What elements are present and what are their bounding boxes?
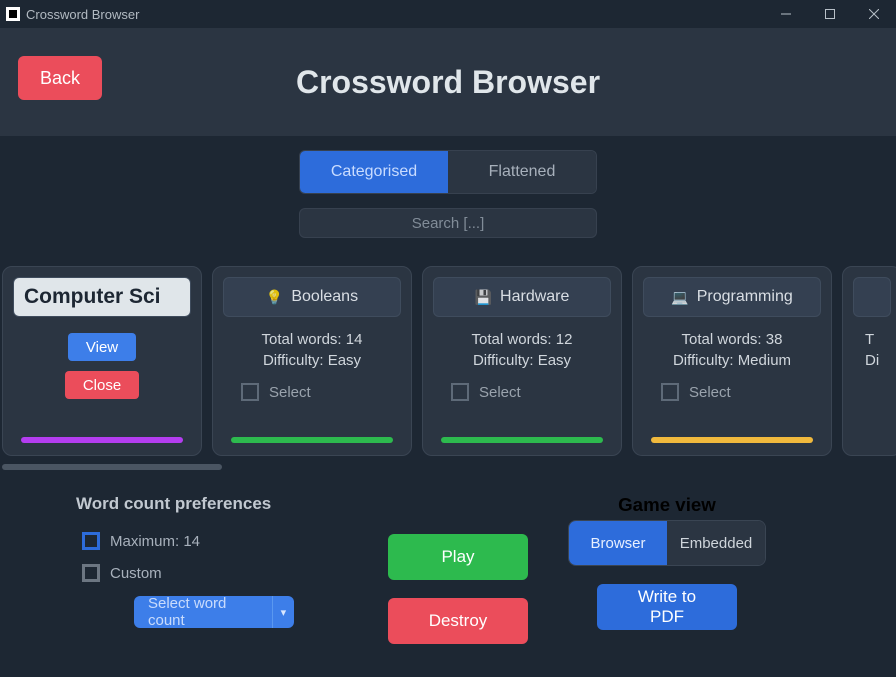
window-close-button[interactable] xyxy=(852,0,896,28)
destroy-button[interactable]: Destroy xyxy=(388,598,528,644)
tab-categorised[interactable]: Categorised xyxy=(300,151,448,193)
page-header: Back Crossword Browser xyxy=(0,28,896,136)
play-button[interactable]: Play xyxy=(388,534,528,580)
crossword-card: 💻 Programming Total words: 38 Difficulty… xyxy=(632,266,832,456)
radio-custom[interactable] xyxy=(82,564,100,582)
window-maximize-button[interactable] xyxy=(808,0,852,28)
window-titlebar: Crossword Browser xyxy=(0,0,896,28)
select-label: Select xyxy=(689,384,731,401)
card-title: Booleans xyxy=(291,288,358,306)
back-button[interactable]: Back xyxy=(18,56,102,100)
tab-browser[interactable]: Browser xyxy=(569,521,667,565)
category-view-button[interactable]: View xyxy=(68,333,136,361)
prefs-heading: Word count preferences xyxy=(76,494,348,514)
bulb-icon: 💡 xyxy=(266,289,283,306)
category-close-button[interactable]: Close xyxy=(65,371,139,399)
horizontal-scrollbar[interactable] xyxy=(2,464,222,470)
category-title: Computer Sci xyxy=(13,277,191,317)
category-card: Computer Sci View Close xyxy=(2,266,202,456)
write-pdf-button[interactable]: Write to PDF xyxy=(597,584,737,630)
word-count-select-label: Select word count xyxy=(134,595,272,629)
select-checkbox[interactable] xyxy=(451,383,469,401)
chevron-down-icon: ▾ xyxy=(272,596,294,628)
word-count-preferences: Word count preferences Maximum: 14 Custo… xyxy=(48,494,348,644)
laptop-icon: 💻 xyxy=(671,289,688,306)
radio-maximum[interactable] xyxy=(82,532,100,550)
tab-embedded[interactable]: Embedded xyxy=(667,521,765,565)
view-mode-tabs: Categorised Flattened xyxy=(299,150,597,194)
word-count-select[interactable]: Select word count ▾ xyxy=(134,596,294,628)
tab-flattened[interactable]: Flattened xyxy=(448,151,596,193)
game-view-tabs: Browser Embedded xyxy=(568,520,766,566)
crossword-card: 💾 Hardware Total words: 12 Difficulty: E… xyxy=(422,266,622,456)
select-label: Select xyxy=(479,384,521,401)
card-difficulty: Difficulty: Medium xyxy=(673,352,791,369)
crossword-strip[interactable]: Computer Sci View Close 💡 Booleans Total… xyxy=(0,266,896,456)
crossword-card: 💡 Booleans Total words: 14 Difficulty: E… xyxy=(212,266,412,456)
game-view-section: Game view Browser Embedded Write to PDF xyxy=(568,494,766,644)
app-icon xyxy=(6,7,20,21)
game-view-heading: Game view xyxy=(618,494,716,516)
card-total-words: Total words: 12 xyxy=(472,331,573,348)
crossword-card: T Di xyxy=(842,266,896,456)
card-total-words: Total words: 14 xyxy=(262,331,363,348)
radio-maximum-label: Maximum: 14 xyxy=(110,533,200,550)
card-difficulty: Di xyxy=(865,352,879,369)
card-title: Programming xyxy=(697,288,793,306)
radio-custom-label: Custom xyxy=(110,565,162,582)
difficulty-bar xyxy=(651,437,813,443)
card-difficulty: Difficulty: Easy xyxy=(263,352,361,369)
select-checkbox[interactable] xyxy=(241,383,259,401)
search-input[interactable] xyxy=(299,208,597,238)
difficulty-bar xyxy=(441,437,603,443)
select-checkbox[interactable] xyxy=(661,383,679,401)
window-title: Crossword Browser xyxy=(26,7,139,22)
difficulty-bar xyxy=(231,437,393,443)
card-difficulty: Difficulty: Easy xyxy=(473,352,571,369)
page-title: Crossword Browser xyxy=(0,64,896,101)
window-minimize-button[interactable] xyxy=(764,0,808,28)
card-total-words: Total words: 38 xyxy=(682,331,783,348)
select-label: Select xyxy=(269,384,311,401)
category-bar xyxy=(21,437,183,443)
card-total-words: T xyxy=(865,331,874,348)
card-title: Hardware xyxy=(500,288,569,306)
save-icon: 💾 xyxy=(475,289,492,306)
